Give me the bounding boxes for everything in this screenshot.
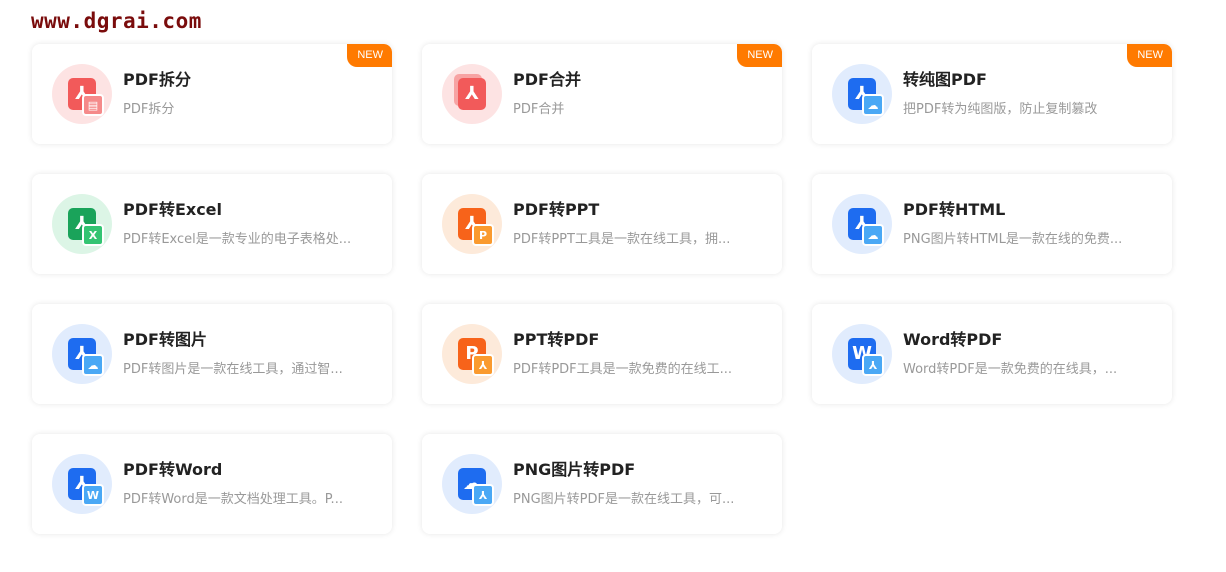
tool-card-pdf-to-image[interactable]: ⅄ ☁ PDF转图片 PDF转图片是一款在线工具，通过智...	[32, 304, 392, 404]
card-title: PDF合并	[513, 69, 581, 89]
card-title: PNG图片转PDF	[513, 459, 636, 479]
ppt-to-pdf-icon: P ⅄	[442, 324, 502, 384]
card-title: 转纯图PDF	[903, 69, 987, 89]
card-description: Word转PDF是一款免费的在线具，...	[903, 361, 1118, 377]
tool-card-pdf-to-image-pdf[interactable]: ⅄ ☁ 转纯图PDF 把PDF转为纯图版，防止复制篡改 NEW	[812, 44, 1172, 144]
new-badge: NEW	[347, 44, 392, 67]
tool-grid: ⅄ ▤ PDF拆分 PDF拆分 NEW ⅄ PDF合并 PDF合并 NEW ⅄ …	[32, 44, 1172, 534]
tool-card-pdf-split[interactable]: ⅄ ▤ PDF拆分 PDF拆分 NEW	[32, 44, 392, 144]
pdf-to-image-pdf-icon: ⅄ ☁	[832, 64, 892, 124]
new-badge: NEW	[1127, 44, 1172, 67]
tool-card-pdf-to-ppt[interactable]: ⅄ P PDF转PPT PDF转PPT工具是一款在线工具，拥...	[422, 174, 782, 274]
card-description: PNG图片转PDF是一款在线工具，可...	[513, 491, 735, 507]
tool-card-pdf-to-excel[interactable]: ⅄ X PDF转Excel PDF转Excel是一款专业的电子表格处...	[32, 174, 392, 274]
tool-card-ppt-to-pdf[interactable]: P ⅄ PPT转PDF PDF转PDF工具是一款免费的在线工...	[422, 304, 782, 404]
tool-card-pdf-to-html[interactable]: ⅄ ☁ PDF转HTML PNG图片转HTML是一款在线的免费...	[812, 174, 1172, 274]
card-description: PDF拆分	[123, 101, 175, 117]
tool-card-word-to-pdf[interactable]: W ⅄ Word转PDF Word转PDF是一款免费的在线具，...	[812, 304, 1172, 404]
card-description: PDF转PDF工具是一款免费的在线工...	[513, 361, 733, 377]
new-badge: NEW	[737, 44, 782, 67]
site-watermark: www.dgrai.com	[31, 9, 202, 33]
pdf-to-image-icon: ⅄ ☁	[52, 324, 112, 384]
tool-card-pdf-merge[interactable]: ⅄ PDF合并 PDF合并 NEW	[422, 44, 782, 144]
pdf-to-word-icon: ⅄ W	[52, 454, 112, 514]
pdf-to-html-icon: ⅄ ☁	[832, 194, 892, 254]
card-title: PDF转图片	[123, 329, 207, 349]
card-description: PDF转Excel是一款专业的电子表格处...	[123, 231, 352, 247]
card-title: Word转PDF	[903, 329, 1003, 349]
pdf-to-excel-icon: ⅄ X	[52, 194, 112, 254]
tool-card-pdf-to-word[interactable]: ⅄ W PDF转Word PDF转Word是一款文档处理工具。P...	[32, 434, 392, 534]
png-to-pdf-icon: ☁ ⅄	[442, 454, 502, 514]
card-title: PDF转PPT	[513, 199, 600, 219]
card-title: PDF转Word	[123, 459, 223, 479]
card-description: PDF转图片是一款在线工具，通过智...	[123, 361, 343, 377]
card-title: PDF转HTML	[903, 199, 1006, 219]
card-title: PDF拆分	[123, 69, 191, 89]
tool-card-png-to-pdf[interactable]: ☁ ⅄ PNG图片转PDF PNG图片转PDF是一款在线工具，可...	[422, 434, 782, 534]
card-title: PPT转PDF	[513, 329, 600, 349]
card-description: 把PDF转为纯图版，防止复制篡改	[903, 101, 1098, 117]
card-description: PDF转PPT工具是一款在线工具，拥...	[513, 231, 731, 247]
pdf-merge-icon: ⅄	[442, 64, 502, 124]
card-title: PDF转Excel	[123, 199, 223, 219]
card-description: PDF合并	[513, 101, 565, 117]
pdf-to-ppt-icon: ⅄ P	[442, 194, 502, 254]
card-description: PDF转Word是一款文档处理工具。P...	[123, 491, 343, 507]
word-to-pdf-icon: W ⅄	[832, 324, 892, 384]
pdf-split-icon: ⅄ ▤	[52, 64, 112, 124]
card-description: PNG图片转HTML是一款在线的免费...	[903, 231, 1123, 247]
